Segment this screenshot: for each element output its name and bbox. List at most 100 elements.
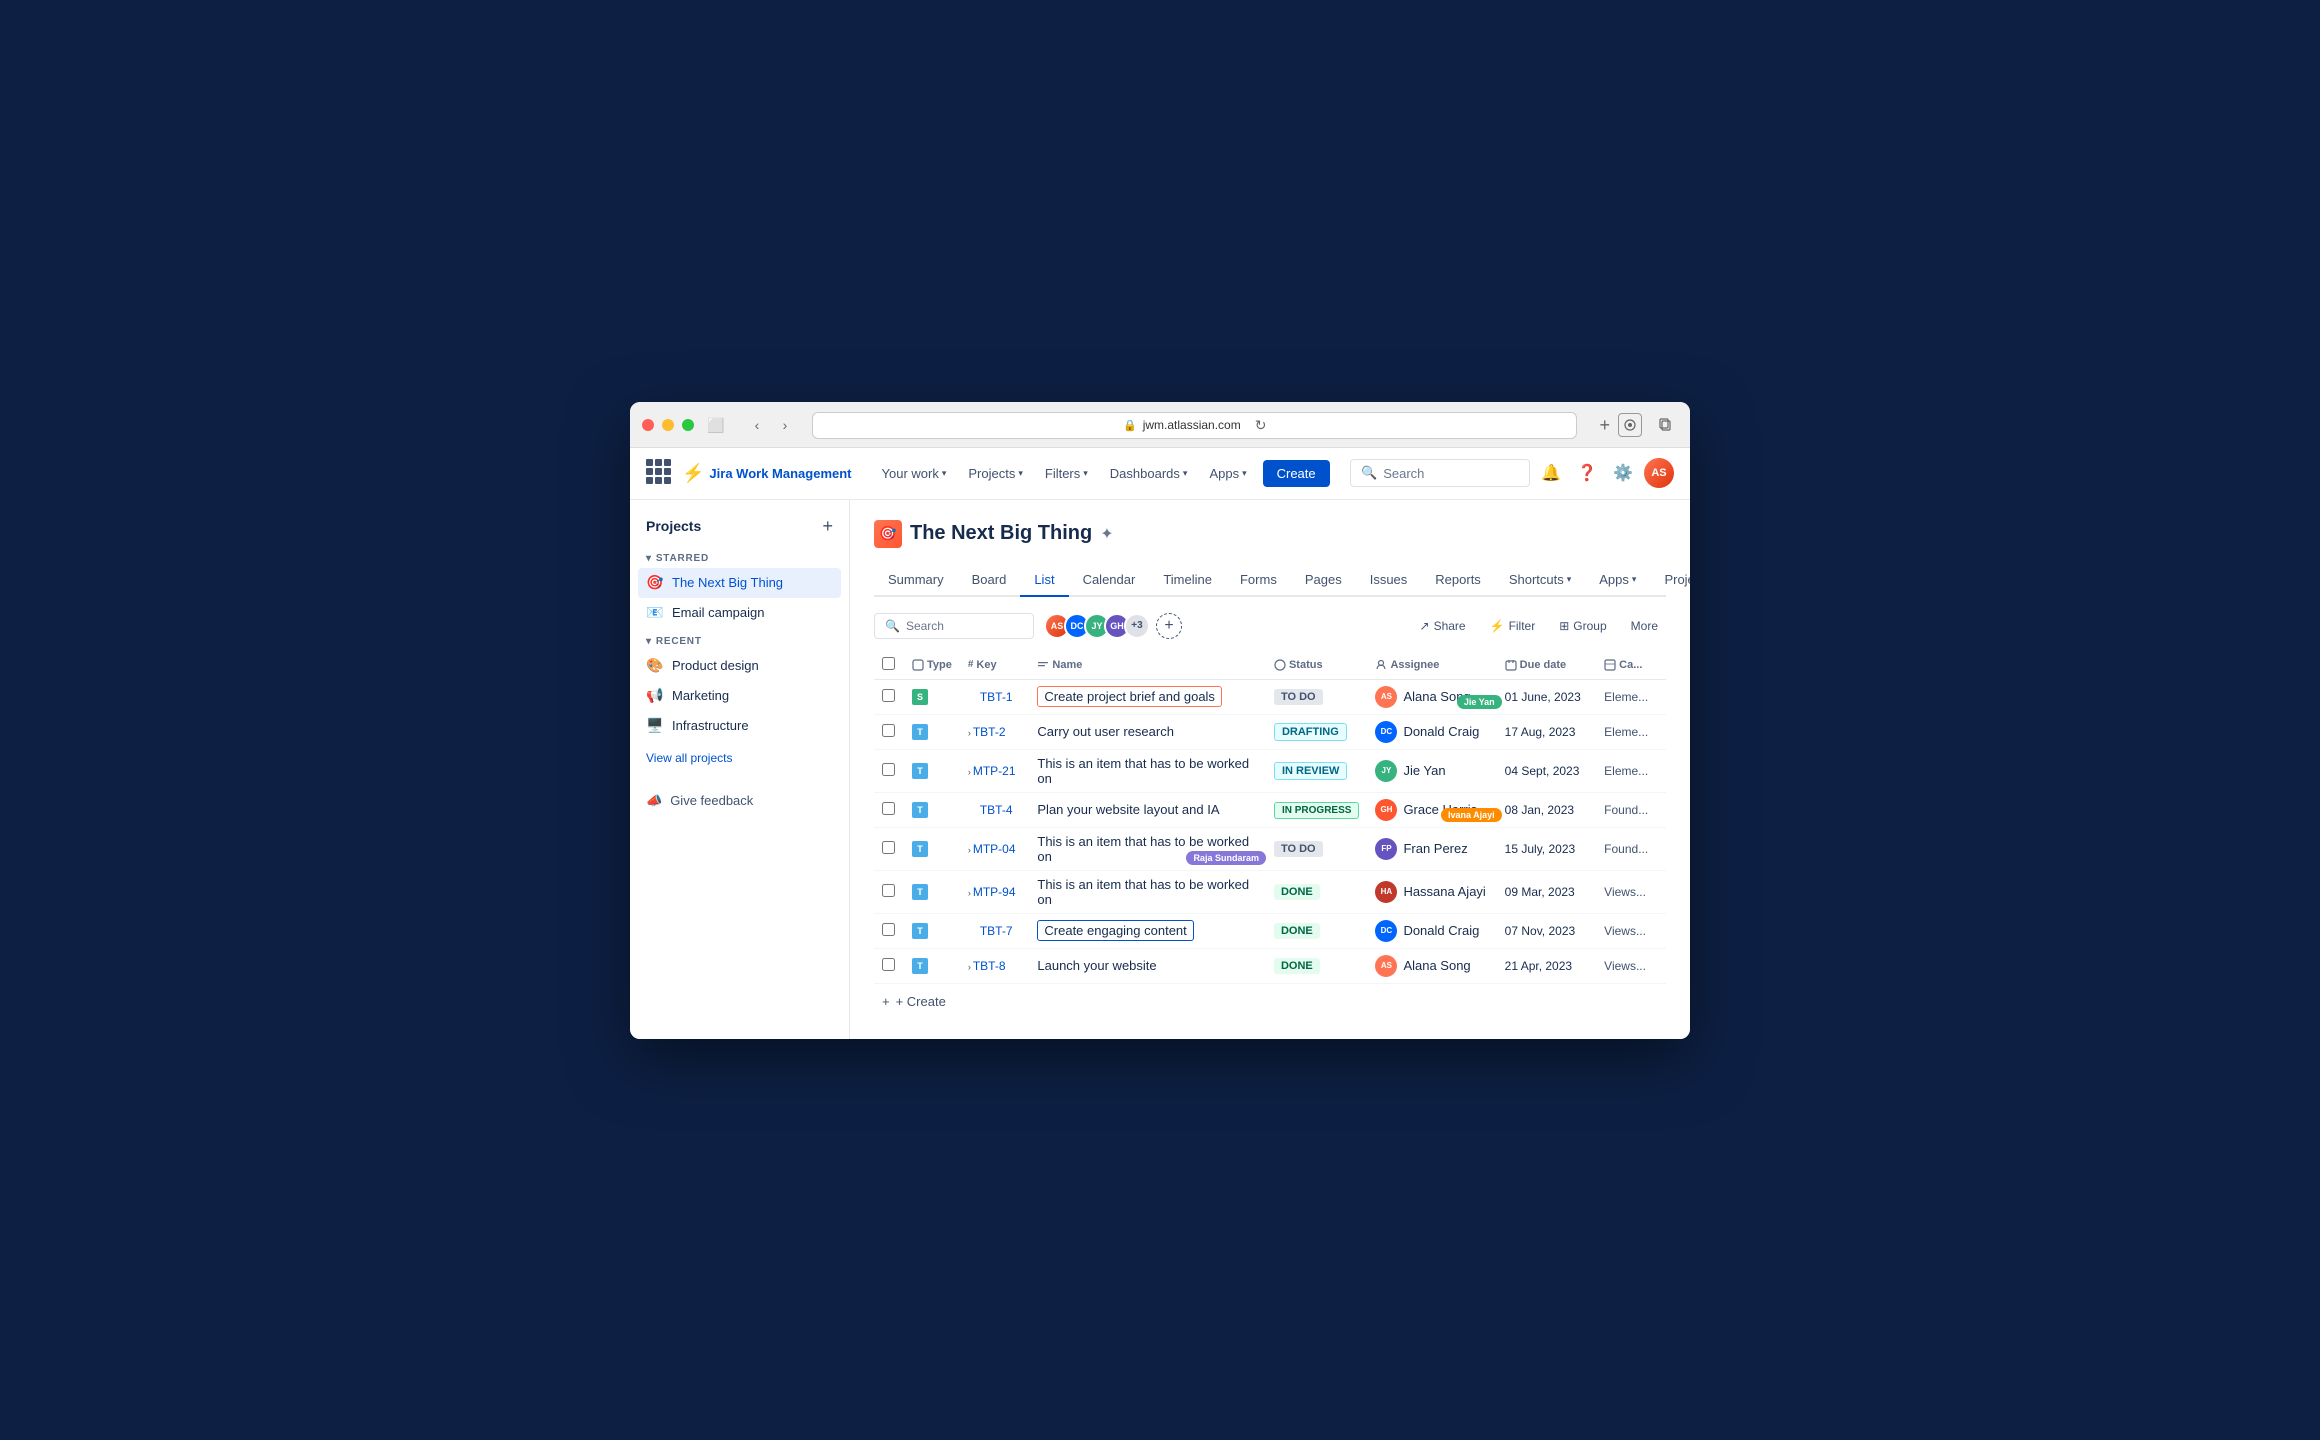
app-switcher-icon[interactable] — [646, 459, 674, 487]
row-checkbox[interactable] — [882, 841, 895, 854]
task-table: Type # Key Name — [874, 651, 1666, 984]
task-name[interactable]: Plan your website layout and IA — [1037, 802, 1219, 817]
logo-text: Jira Work Management — [709, 466, 851, 481]
expand-icon[interactable]: › — [968, 845, 971, 855]
nav-your-work[interactable]: Your work ▾ — [872, 460, 957, 487]
row-checkbox[interactable] — [882, 763, 895, 776]
sidebar-item-product-design[interactable]: 🎨 Product design — [638, 651, 841, 681]
tab-board[interactable]: Board — [958, 564, 1021, 597]
task-name[interactable]: This is an item that has to be worked on — [1037, 877, 1249, 907]
task-name[interactable]: Create engaging content — [1037, 920, 1193, 941]
row-checkbox[interactable] — [882, 724, 895, 737]
assignee-filter-avatars: AS DC JY GH +3 + — [1044, 613, 1182, 639]
assignee-avatar: JY — [1375, 760, 1397, 782]
search-placeholder: Search — [906, 619, 944, 633]
task-name[interactable]: Create project brief and goals — [1037, 686, 1222, 707]
expand-icon[interactable]: › — [968, 888, 971, 898]
tab-list[interactable]: List — [1020, 564, 1068, 597]
task-key[interactable]: MTP-21 — [973, 764, 1016, 778]
forward-button[interactable]: › — [774, 414, 796, 436]
sidebar-item-label: Marketing — [672, 688, 729, 703]
tab-calendar[interactable]: Calendar — [1069, 564, 1150, 597]
tab-project-settings[interactable]: Project settings — [1650, 564, 1690, 597]
task-name[interactable]: Carry out user research — [1037, 724, 1174, 739]
task-key[interactable]: MTP-04 — [973, 842, 1016, 856]
minimize-button[interactable] — [662, 419, 674, 431]
row-checkbox[interactable] — [882, 958, 895, 971]
more-button[interactable]: More — [1623, 615, 1666, 637]
nav-filters[interactable]: Filters ▾ — [1035, 460, 1098, 487]
row-checkbox[interactable] — [882, 802, 895, 815]
content-area: 🎯 The Next Big Thing ✦ Summary Board Lis… — [850, 500, 1690, 1039]
tab-summary[interactable]: Summary — [874, 564, 958, 597]
settings-icon[interactable]: ⚙️ — [1608, 458, 1638, 488]
user-avatar[interactable]: AS — [1644, 458, 1674, 488]
maximize-button[interactable] — [682, 419, 694, 431]
tab-shortcuts[interactable]: Shortcuts ▾ — [1495, 564, 1585, 597]
task-key[interactable]: TBT-4 — [980, 803, 1013, 817]
expand-icon[interactable]: › — [968, 767, 971, 777]
share-button[interactable]: ↗ Share — [1412, 615, 1474, 637]
view-all-projects-link[interactable]: View all projects — [638, 745, 841, 771]
tab-timeline[interactable]: Timeline — [1149, 564, 1226, 597]
select-all-checkbox[interactable] — [882, 657, 895, 670]
copy-icon[interactable] — [1654, 413, 1678, 437]
task-name[interactable]: Launch your website — [1037, 958, 1156, 973]
close-button[interactable] — [642, 419, 654, 431]
sidebar-item-marketing[interactable]: 📢 Marketing — [638, 681, 841, 711]
group-button[interactable]: ⊞ Group — [1551, 615, 1614, 637]
sidebar-toggle-icon[interactable]: ⬜ — [706, 415, 726, 435]
add-assignee-icon[interactable]: + — [1156, 613, 1182, 639]
give-feedback-link[interactable]: 📣 Give feedback — [638, 787, 841, 815]
task-key[interactable]: MTP-94 — [973, 885, 1016, 899]
row-checkbox[interactable] — [882, 923, 895, 936]
task-key[interactable]: TBT-8 — [973, 959, 1006, 973]
project-icon: 🎯 — [874, 520, 902, 548]
list-search-input[interactable]: 🔍 Search — [874, 613, 1034, 639]
expand-icon[interactable]: › — [968, 962, 971, 972]
row-checkbox[interactable] — [882, 689, 895, 702]
sidebar-item-email-campaign[interactable]: 📧 Email campaign — [638, 598, 841, 628]
new-tab-button[interactable]: + — [1599, 415, 1610, 436]
project-icon: 🎯 — [646, 574, 664, 592]
sidebar-item-infrastructure[interactable]: 🖥️ Infrastructure — [638, 711, 841, 741]
star-icon[interactable]: ✦ — [1100, 524, 1113, 544]
app-logo[interactable]: ⚡ Jira Work Management — [682, 463, 852, 484]
tooltip-badge: Jie Yan — [1457, 695, 1502, 709]
task-key[interactable]: TBT-2 — [973, 725, 1006, 739]
starred-section-label: ▾ STARRED — [638, 545, 841, 568]
notifications-icon[interactable]: 🔔 — [1536, 458, 1566, 488]
assignee-avatar: DC — [1375, 920, 1397, 942]
create-button[interactable]: Create — [1263, 460, 1330, 487]
help-icon[interactable]: ❓ — [1572, 458, 1602, 488]
task-name[interactable]: This is an item that has to be worked on — [1037, 756, 1249, 786]
expand-icon[interactable]: › — [968, 728, 971, 738]
nav-apps[interactable]: Apps ▾ — [1199, 460, 1256, 487]
top-nav-items: Your work ▾ Projects ▾ Filters ▾ Dashboa… — [872, 460, 1330, 487]
address-bar[interactable]: 🔒 jwm.atlassian.com ↻ — [812, 412, 1577, 439]
tab-pages[interactable]: Pages — [1291, 564, 1356, 597]
assignee-avatar: AS — [1375, 955, 1397, 977]
browser-extension-icon[interactable] — [1618, 413, 1642, 437]
sidebar-item-label: The Next Big Thing — [672, 575, 783, 590]
avatar-count-badge[interactable]: +3 — [1124, 613, 1150, 639]
create-task-button[interactable]: + + Create — [874, 984, 1666, 1019]
sidebar-add-button[interactable]: + — [822, 516, 833, 537]
nav-projects[interactable]: Projects ▾ — [958, 460, 1033, 487]
tab-reports[interactable]: Reports — [1421, 564, 1495, 597]
task-key[interactable]: TBT-1 — [980, 690, 1013, 704]
tab-apps[interactable]: Apps ▾ — [1585, 564, 1650, 597]
filter-button[interactable]: ⚡ Filter — [1482, 615, 1544, 637]
refresh-button[interactable]: ↻ — [1255, 417, 1267, 434]
back-button[interactable]: ‹ — [746, 414, 768, 436]
tab-forms[interactable]: Forms — [1226, 564, 1291, 597]
tab-issues[interactable]: Issues — [1356, 564, 1422, 597]
due-date: 17 Aug, 2023 — [1505, 725, 1576, 739]
global-search-box[interactable]: 🔍 Search — [1350, 459, 1530, 487]
task-key[interactable]: TBT-7 — [980, 924, 1013, 938]
row-checkbox[interactable] — [882, 884, 895, 897]
sidebar-item-label: Product design — [672, 658, 759, 673]
sidebar-item-next-big-thing[interactable]: 🎯 The Next Big Thing — [638, 568, 841, 598]
nav-dashboards[interactable]: Dashboards ▾ — [1100, 460, 1198, 487]
category: Found... — [1604, 803, 1648, 817]
